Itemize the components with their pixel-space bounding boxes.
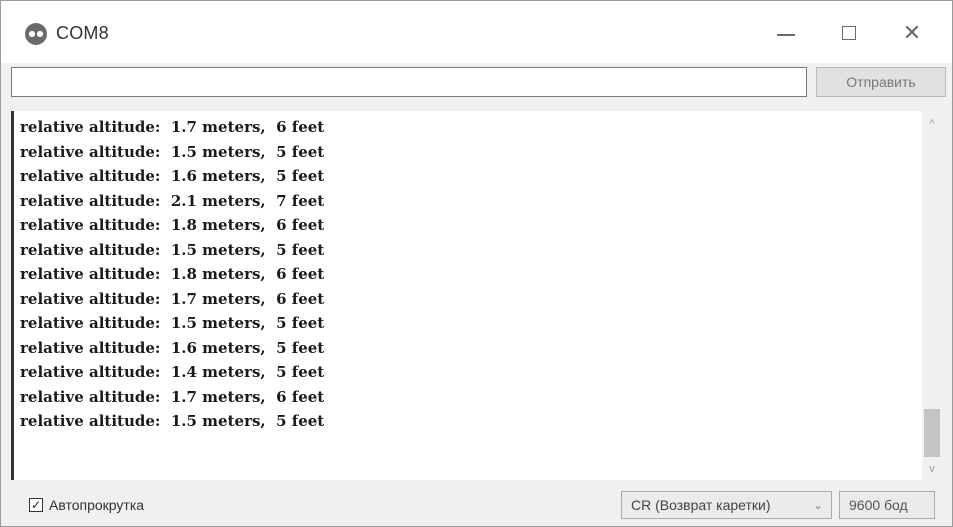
send-row: Отправить — [1, 63, 952, 107]
output-line: relative altitude: 1.8 meters, 6 feet — [20, 216, 325, 234]
output-line: relative altitude: 1.7 meters, 6 feet — [20, 289, 325, 308]
vertical-scrollbar[interactable]: ^ v — [922, 111, 942, 480]
output-line: relative altitude: 1.5 meters, 5 feet — [20, 240, 325, 259]
maximize-icon — [842, 26, 856, 40]
chevron-down-icon: ⌄ — [812, 498, 823, 512]
output-line: relative altitude: 1.5 meters, 5 feet — [20, 142, 325, 161]
maximize-button[interactable] — [826, 15, 872, 51]
baud-rate-select[interactable]: 9600 бод — [839, 491, 935, 519]
output-line: relative altitude: 1.4 meters, 5 feet — [20, 363, 325, 381]
serial-output[interactable]: relative altitude: 1.7 meters, 6 feet rel… — [11, 111, 942, 480]
title-bar[interactable]: COM8 ✕ — [1, 1, 952, 63]
serial-monitor-window: COM8 ✕ Отправить relative altitude: 1.7 … — [0, 0, 953, 527]
autoscroll-label: Автопрокрутка — [49, 497, 145, 513]
baud-rate-value: 9600 бод — [849, 497, 908, 513]
close-icon: ✕ — [902, 20, 922, 46]
window-title: COM8 — [56, 23, 109, 43]
output-line: relative altitude: 1.6 meters, 5 feet — [20, 167, 325, 185]
output-line: relative altitude: 1.7 meters, 6 feet — [20, 118, 325, 136]
output-line: relative altitude: 1.5 meters, 5 feet — [20, 412, 325, 430]
line-ending-select[interactable]: CR (Возврат каретки) ⌄ — [621, 491, 832, 519]
minimize-button[interactable] — [763, 15, 809, 51]
status-bar: ✓ Автопрокрутка CR (Возврат каретки) ⌄ 9… — [1, 482, 952, 526]
scroll-down-arrow-icon[interactable]: v — [922, 460, 942, 478]
output-line: relative altitude: 1.8 meters, 6 feet — [20, 265, 325, 283]
scroll-thumb[interactable] — [924, 409, 940, 457]
minimize-icon — [777, 34, 795, 36]
arduino-icon — [25, 23, 47, 45]
output-line: relative altitude: 1.6 meters, 5 feet — [20, 338, 325, 357]
output-line: relative altitude: 1.5 meters, 5 feet — [20, 314, 325, 332]
output-line: relative altitude: 2.1 meters, 7 feet — [20, 191, 325, 210]
autoscroll-checkbox[interactable]: ✓ — [29, 498, 43, 512]
send-input[interactable] — [11, 67, 807, 97]
line-ending-value: CR (Возврат каретки) — [631, 497, 771, 513]
output-line: relative altitude: 1.7 meters, 6 feet — [20, 387, 325, 406]
send-button[interactable]: Отправить — [816, 67, 946, 97]
output-lines: relative altitude: 1.7 meters, 6 feet rel… — [20, 115, 324, 434]
close-button[interactable]: ✕ — [889, 15, 935, 51]
scroll-up-arrow-icon[interactable]: ^ — [922, 115, 942, 133]
